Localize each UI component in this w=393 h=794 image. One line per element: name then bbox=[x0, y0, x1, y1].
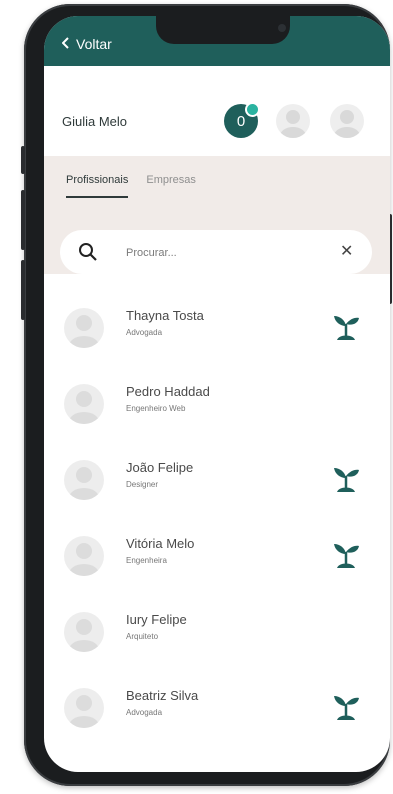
list-item[interactable]: Vitória Melo Engenheira bbox=[44, 524, 390, 600]
list-item-role: Designer bbox=[126, 480, 159, 489]
list-item[interactable]: Beatriz Silva Advogada bbox=[44, 676, 390, 752]
avatar bbox=[64, 384, 104, 424]
close-icon[interactable]: ✕ bbox=[340, 241, 353, 261]
avatar bbox=[64, 688, 104, 728]
list-item[interactable]: João Felipe Designer bbox=[44, 448, 390, 524]
search-input[interactable] bbox=[124, 240, 328, 266]
back-label: Voltar bbox=[76, 36, 112, 52]
profile-header: Giulia Melo 0 bbox=[44, 66, 390, 156]
top-bar: Voltar bbox=[44, 16, 390, 66]
side-button-left-2 bbox=[21, 190, 25, 250]
tab-empresas[interactable]: Empresas bbox=[146, 174, 196, 198]
camera-dot bbox=[278, 24, 286, 32]
list-item-role: Engenheiro Web bbox=[126, 404, 186, 413]
list-item[interactable]: Pedro Haddad Engenheiro Web bbox=[44, 372, 390, 448]
plant-sprout-icon bbox=[330, 310, 362, 347]
list-item[interactable]: Iury Felipe Arquiteto bbox=[44, 600, 390, 676]
app-screen: Voltar Giulia Melo 0 Profissionais Empre… bbox=[44, 16, 390, 772]
chevron-left-icon bbox=[61, 36, 70, 52]
list-item-name: João Felipe bbox=[126, 460, 194, 475]
list-item-role: Advogada bbox=[126, 328, 163, 337]
list-item-name: Thayna Tosta bbox=[126, 308, 204, 323]
list-item-role: Advogada bbox=[126, 708, 163, 717]
plant-sprout-icon bbox=[330, 690, 362, 727]
notification-badge[interactable]: 0 bbox=[224, 102, 260, 138]
side-button-left-3 bbox=[21, 260, 25, 320]
tab-bar: Profissionais Empresas bbox=[66, 174, 196, 198]
avatar bbox=[64, 460, 104, 500]
notification-count: 0 bbox=[236, 112, 246, 130]
plant-sprout-icon bbox=[330, 462, 362, 499]
search-icon bbox=[78, 242, 98, 267]
list-item-role: Arquiteto bbox=[126, 632, 159, 641]
avatar bbox=[64, 612, 104, 652]
list-item-name: Beatriz Silva bbox=[126, 688, 199, 703]
list-item-name: Vitória Melo bbox=[126, 536, 195, 551]
list-item-role: Engenheira bbox=[126, 556, 167, 565]
avatar[interactable] bbox=[330, 104, 364, 138]
list-item-name: Pedro Haddad bbox=[126, 384, 210, 399]
avatar[interactable] bbox=[276, 104, 310, 138]
user-name: Giulia Melo bbox=[62, 114, 128, 129]
tab-profissionais[interactable]: Profissionais bbox=[66, 174, 129, 198]
avatar bbox=[64, 536, 104, 576]
list-item[interactable]: Thayna Tosta Advogada bbox=[44, 296, 390, 372]
plant-sprout-icon bbox=[330, 538, 362, 575]
search-bar: ✕ bbox=[60, 230, 372, 274]
notification-dot bbox=[245, 102, 260, 117]
list-item-name: Iury Felipe bbox=[126, 612, 187, 627]
phone-notch bbox=[156, 16, 290, 44]
back-button[interactable]: Voltar bbox=[61, 36, 112, 52]
side-button-left-1 bbox=[21, 146, 25, 174]
avatar bbox=[64, 308, 104, 348]
